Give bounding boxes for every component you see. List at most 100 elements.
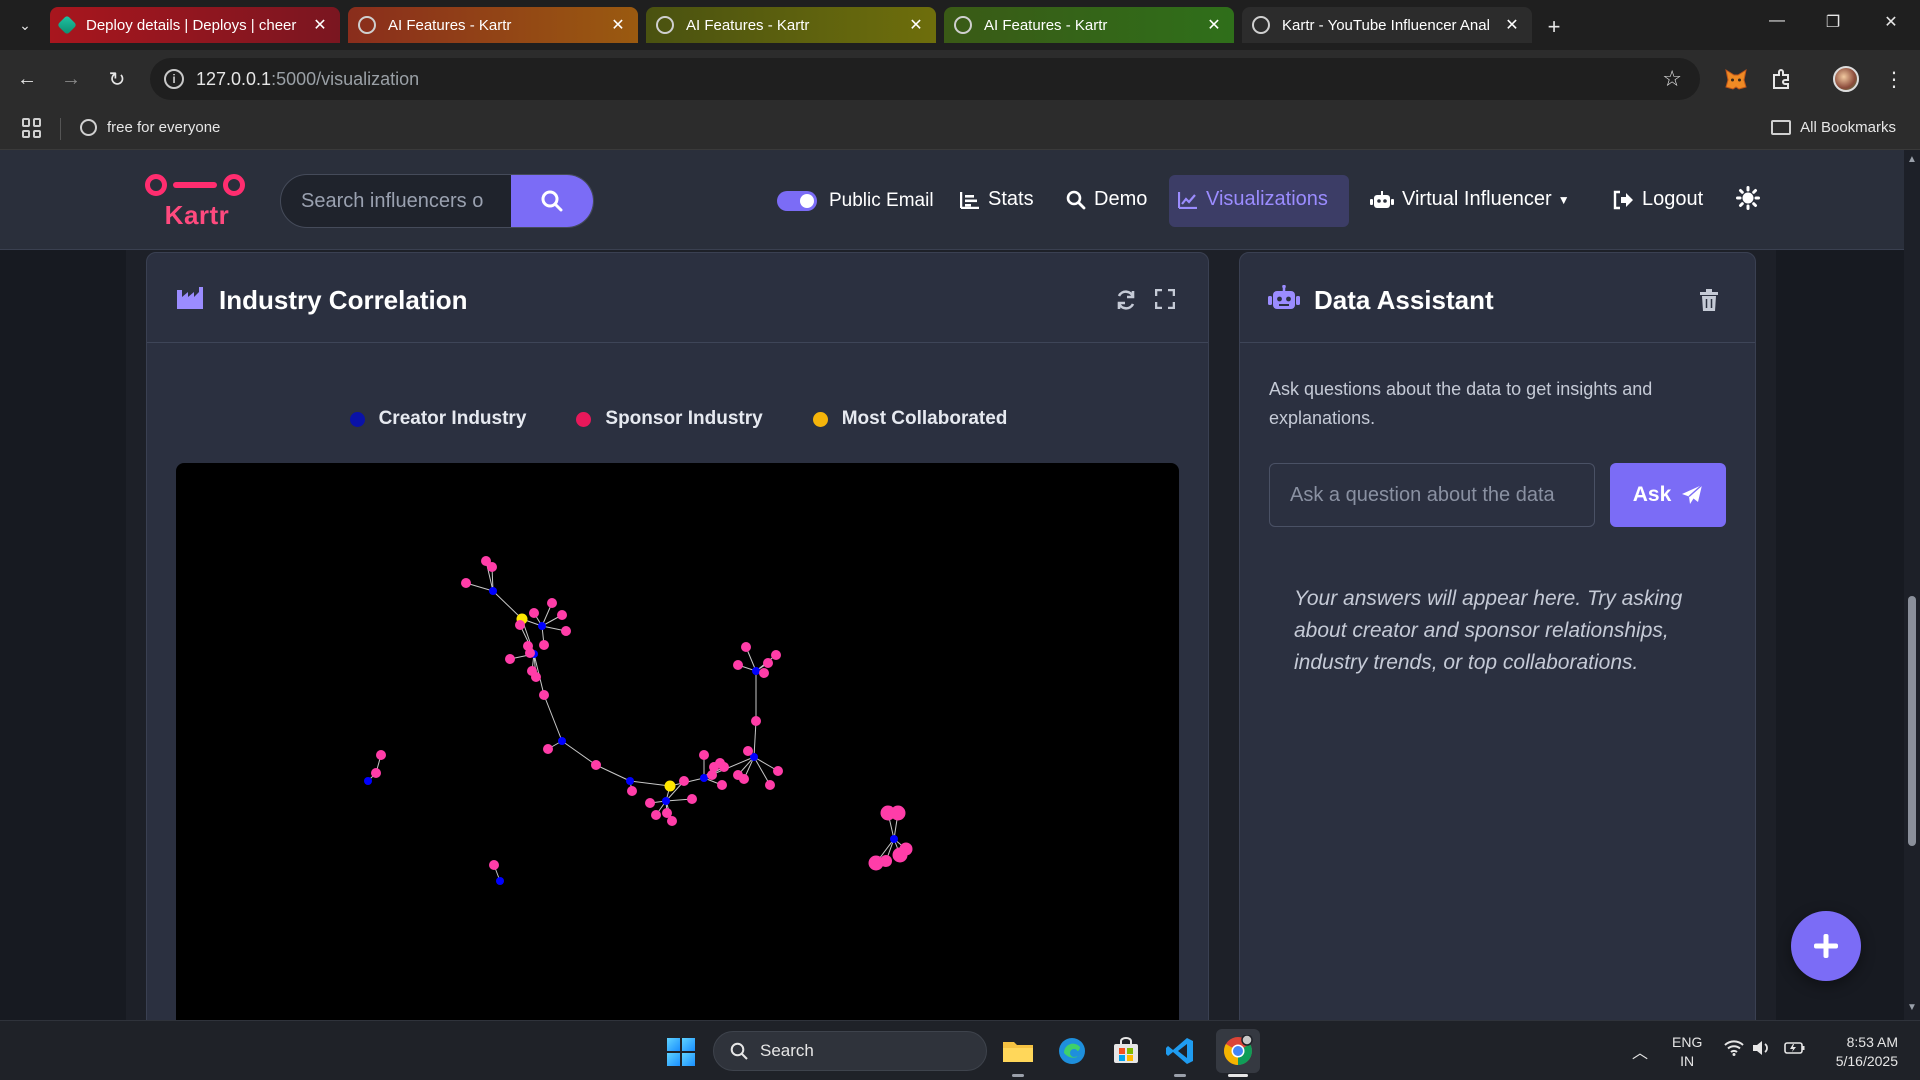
sponsor-node[interactable]	[505, 654, 515, 664]
sponsor-node[interactable]	[547, 598, 557, 608]
refresh-icon[interactable]	[1115, 289, 1137, 311]
sponsor-node[interactable]	[539, 690, 549, 700]
sponsor-node[interactable]	[557, 610, 567, 620]
close-icon[interactable]: ✕	[1502, 15, 1522, 35]
sponsor-node[interactable]	[707, 770, 717, 780]
nav-stats[interactable]: Stats	[960, 188, 1034, 211]
new-tab-plus-icon[interactable]: +	[1542, 14, 1566, 40]
tab-search-chevron-icon[interactable]: ⌄	[12, 12, 38, 38]
add-fab-button[interactable]	[1791, 911, 1861, 981]
toggle-switch[interactable]	[777, 191, 817, 211]
search-button[interactable]	[511, 175, 593, 227]
sponsor-node[interactable]	[561, 626, 571, 636]
sponsor-node[interactable]	[759, 668, 769, 678]
sponsor-node[interactable]	[489, 860, 499, 870]
sponsor-node[interactable]	[765, 780, 775, 790]
sponsor-node[interactable]	[667, 816, 677, 826]
windows-start-icon[interactable]	[667, 1038, 695, 1066]
extensions-puzzle-icon[interactable]	[1768, 65, 1796, 93]
sponsor-node[interactable]	[531, 672, 541, 682]
theme-toggle-button[interactable]	[1736, 186, 1760, 210]
creator-node[interactable]	[662, 797, 670, 805]
wifi-icon[interactable]	[1724, 1040, 1744, 1059]
apps-grid-icon[interactable]	[22, 118, 42, 138]
sponsor-node[interactable]	[880, 855, 892, 867]
taskbar-search[interactable]: Search	[713, 1031, 987, 1071]
sponsor-node[interactable]	[529, 608, 539, 618]
sponsor-node[interactable]	[763, 658, 773, 668]
scroll-down-arrow-icon[interactable]: ▼	[1907, 1002, 1917, 1013]
sponsor-node[interactable]	[543, 744, 553, 754]
sponsor-node[interactable]	[515, 620, 525, 630]
sponsor-node[interactable]	[771, 650, 781, 660]
nav-visualizations[interactable]: Visualizations	[1178, 188, 1328, 211]
trash-icon[interactable]	[1700, 289, 1722, 311]
battery-icon[interactable]	[1784, 1040, 1806, 1059]
metamask-fox-icon[interactable]	[1722, 65, 1750, 93]
sponsor-node[interactable]	[687, 794, 697, 804]
back-arrow-icon[interactable]: ←	[14, 66, 40, 92]
chrome-icon[interactable]	[1216, 1029, 1260, 1077]
sponsor-node[interactable]	[741, 642, 751, 652]
kebab-menu-icon[interactable]: ⋮	[1880, 65, 1908, 93]
sponsor-node[interactable]	[591, 760, 601, 770]
sponsor-node[interactable]	[371, 768, 381, 778]
all-bookmarks-button[interactable]: All Bookmarks	[1771, 119, 1896, 136]
sponsor-node[interactable]	[539, 640, 549, 650]
close-icon[interactable]: ✕	[608, 15, 628, 35]
restore-icon[interactable]: ❐	[1818, 12, 1848, 32]
address-bar[interactable]: i 127.0.0.1:5000/visualization ☆	[150, 58, 1700, 100]
tab-ai-features-1[interactable]: AI Features - Kartr ✕	[348, 7, 638, 43]
sponsor-node[interactable]	[525, 648, 535, 658]
system-clock[interactable]: 8:53 AM 5/16/2025	[1826, 1033, 1898, 1071]
creator-node[interactable]	[700, 774, 708, 782]
creator-node[interactable]	[626, 777, 634, 785]
sponsor-node[interactable]	[461, 578, 471, 588]
window-close-icon[interactable]: ✕	[1876, 12, 1906, 32]
sponsor-node[interactable]	[751, 716, 761, 726]
url-text[interactable]: 127.0.0.1:5000/visualization	[196, 69, 419, 90]
question-input[interactable]	[1269, 463, 1595, 527]
creator-node[interactable]	[558, 737, 566, 745]
close-icon[interactable]: ✕	[1204, 15, 1224, 35]
vscode-icon[interactable]	[1162, 1033, 1198, 1077]
nav-virtual-influencer-dropdown[interactable]: Virtual Influencer ▼	[1370, 188, 1570, 211]
nav-demo[interactable]: Demo	[1066, 188, 1147, 211]
tab-ai-features-3[interactable]: AI Features - Kartr ✕	[944, 7, 1234, 43]
creator-node[interactable]	[364, 777, 372, 785]
creator-node[interactable]	[538, 622, 546, 630]
file-explorer-icon[interactable]	[1000, 1033, 1036, 1077]
bookmark-free-for-everyone[interactable]: free for everyone	[80, 119, 220, 136]
sponsor-node[interactable]	[890, 805, 906, 821]
network-graph[interactable]	[176, 463, 1179, 1020]
sponsor-node[interactable]	[717, 780, 727, 790]
fullscreen-icon[interactable]	[1154, 288, 1177, 311]
forward-arrow-icon[interactable]: →	[58, 66, 84, 92]
reload-icon[interactable]: ↻	[104, 66, 130, 92]
scroll-thumb[interactable]	[1908, 596, 1916, 846]
creator-node[interactable]	[890, 835, 898, 843]
collab-node[interactable]	[664, 780, 676, 792]
site-info-icon[interactable]: i	[164, 69, 184, 89]
creator-node[interactable]	[752, 667, 760, 675]
sponsor-node[interactable]	[627, 786, 637, 796]
sponsor-node[interactable]	[651, 810, 661, 820]
kartr-logo[interactable]: Kartr	[145, 172, 249, 232]
minimize-icon[interactable]: —	[1762, 12, 1792, 30]
bookmark-star-icon[interactable]: ☆	[1662, 66, 1682, 92]
close-icon[interactable]: ✕	[310, 15, 330, 35]
sponsor-node[interactable]	[739, 774, 749, 784]
tab-kartr-active[interactable]: Kartr - YouTube Influencer Anal ✕	[1242, 7, 1532, 43]
tab-deploy-details[interactable]: Deploy details | Deploys | cheer ✕	[50, 7, 340, 43]
tray-chevron-up-icon[interactable]: ︿	[1632, 1039, 1648, 1063]
network-graph-canvas[interactable]	[176, 463, 1179, 1020]
scroll-up-arrow-icon[interactable]: ▲	[1907, 154, 1917, 165]
tab-ai-features-2[interactable]: AI Features - Kartr ✕	[646, 7, 936, 43]
profile-avatar[interactable]	[1832, 65, 1860, 93]
volume-icon[interactable]	[1752, 1040, 1772, 1059]
page-scrollbar[interactable]: ▲ ▼	[1904, 150, 1920, 1020]
sponsor-node[interactable]	[679, 776, 689, 786]
sponsor-node[interactable]	[733, 660, 743, 670]
creator-node[interactable]	[496, 877, 504, 885]
sponsor-node[interactable]	[719, 762, 729, 772]
